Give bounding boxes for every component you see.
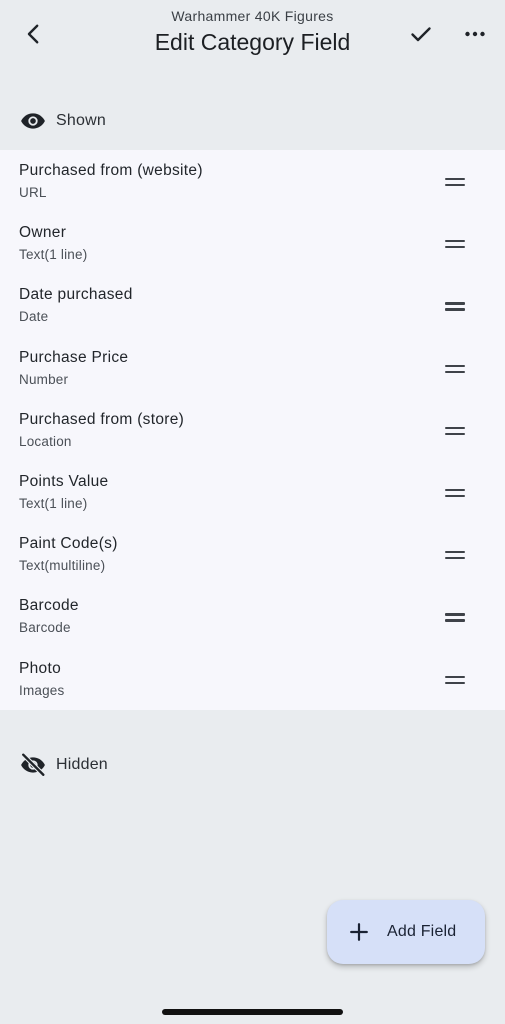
field-type: Text(multiline) bbox=[19, 558, 106, 574]
drag-handle-icon[interactable] bbox=[443, 670, 467, 690]
header-titles: Warhammer 40K Figures Edit Category Fiel… bbox=[90, 6, 415, 58]
add-field-label: Add Field bbox=[387, 923, 457, 940]
shown-section-label: Shown bbox=[56, 112, 106, 129]
field-row[interactable]: Purchased from (store) Location bbox=[0, 399, 505, 461]
field-name: Photo bbox=[19, 659, 62, 677]
field-type: URL bbox=[19, 185, 47, 200]
field-name: Barcode bbox=[19, 597, 79, 615]
field-type: Number bbox=[19, 371, 69, 387]
drag-handle-icon[interactable] bbox=[443, 359, 467, 379]
drag-handle-icon[interactable] bbox=[443, 483, 467, 503]
field-type: Barcode bbox=[19, 620, 71, 636]
back-button[interactable] bbox=[14, 14, 54, 54]
top-app-bar: Warhammer 40K Figures Edit Category Fiel… bbox=[0, 0, 505, 70]
checkmark-icon bbox=[411, 27, 431, 42]
field-name: Purchased from (website) bbox=[19, 162, 203, 179]
field-row[interactable]: Date purchased Date bbox=[0, 274, 505, 336]
field-row[interactable]: Owner Text(1 line) bbox=[0, 212, 505, 274]
hidden-section-label: Hidden bbox=[56, 756, 108, 773]
field-name: Paint Code(s) bbox=[19, 535, 118, 553]
page-title: Edit Category Field bbox=[154, 29, 351, 55]
drag-handle-icon[interactable] bbox=[443, 296, 467, 316]
drag-handle-icon[interactable] bbox=[443, 545, 467, 565]
add-field-button[interactable]: Add Field bbox=[327, 900, 485, 964]
drag-handle-icon[interactable] bbox=[443, 172, 467, 192]
hidden-section-header: Hidden bbox=[0, 743, 505, 787]
field-name: Purchased from (store) bbox=[19, 410, 185, 428]
field-row[interactable]: Purchase Price Number bbox=[0, 337, 505, 399]
field-name: Owner bbox=[19, 224, 67, 242]
field-type: Text(1 line) bbox=[19, 495, 88, 511]
app-screen: Warhammer 40K Figures Edit Category Fiel… bbox=[0, 0, 505, 1024]
drag-handle-icon[interactable] bbox=[443, 607, 467, 627]
plus-icon bbox=[347, 920, 371, 944]
field-type: Location bbox=[19, 433, 72, 449]
field-type: Images bbox=[19, 682, 65, 698]
eye-icon bbox=[20, 108, 46, 134]
field-row[interactable]: Purchased from (website) URL bbox=[0, 150, 505, 212]
shown-fields-list: Purchased from (website) URL Owner Text(1 l… bbox=[0, 150, 505, 710]
page-subtitle: Warhammer 40K Figures bbox=[171, 8, 334, 24]
field-row[interactable]: Paint Code(s) Text(multiline) bbox=[0, 523, 505, 585]
eye-off-icon bbox=[20, 752, 46, 778]
field-type: Date bbox=[19, 309, 49, 325]
field-name: Purchase Price bbox=[19, 348, 129, 366]
field-row[interactable]: Points Value Text(1 line) bbox=[0, 461, 505, 523]
more-horizontal-icon bbox=[465, 31, 485, 37]
home-indicator bbox=[162, 1009, 343, 1015]
confirm-button[interactable] bbox=[401, 14, 441, 54]
field-row[interactable]: Barcode Barcode bbox=[0, 585, 505, 647]
field-row[interactable]: Photo Images bbox=[0, 648, 505, 710]
drag-handle-icon[interactable] bbox=[443, 234, 467, 254]
field-type: Text(1 line) bbox=[19, 247, 88, 263]
field-name: Points Value bbox=[19, 472, 109, 490]
chevron-left-icon bbox=[27, 24, 39, 44]
drag-handle-icon[interactable] bbox=[443, 421, 467, 441]
more-options-button[interactable] bbox=[455, 14, 495, 54]
shown-section-header: Shown bbox=[0, 99, 505, 143]
field-name: Date purchased bbox=[19, 286, 133, 304]
